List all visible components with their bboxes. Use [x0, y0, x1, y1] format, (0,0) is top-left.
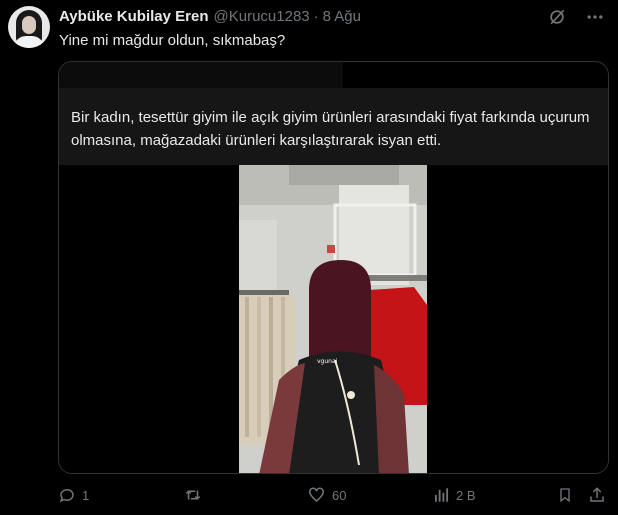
reply-icon — [59, 488, 74, 503]
tweet-header: Aybüke Kubilay Eren @Kurucu1283 · 8 Ağu — [59, 8, 361, 25]
avatar-body — [14, 36, 44, 48]
reply-count: 1 — [82, 487, 90, 503]
like-button[interactable]: 60 — [307, 486, 346, 504]
more-icon[interactable] — [584, 6, 606, 28]
share-button[interactable] — [588, 486, 612, 504]
author-name[interactable]: Aybüke Kubilay Eren — [59, 8, 209, 25]
retweet-icon — [185, 490, 201, 500]
bookmark-icon — [560, 488, 570, 503]
avatar-face — [22, 16, 36, 34]
quoted-tweet-card[interactable]: Bir kadın, tesettür giyim ile açık giyim… — [58, 61, 609, 474]
video-frame: vgunai — [239, 165, 427, 473]
video-watermark: vgunai — [317, 358, 338, 365]
heart-icon — [309, 487, 324, 502]
views-icon — [435, 488, 449, 502]
bookmark-button[interactable] — [557, 486, 579, 504]
share-icon — [590, 487, 604, 502]
header-separator: · — [313, 8, 319, 25]
author-avatar[interactable] — [8, 6, 50, 48]
quote-header-redacted — [59, 62, 343, 88]
like-count: 60 — [332, 487, 347, 503]
grok-icon[interactable] — [546, 6, 568, 28]
quote-text-area: Bir kadın, tesettür giyim ile açık giyim… — [59, 88, 608, 165]
quote-text: Bir kadın, tesettür giyim ile açık giyim… — [71, 109, 590, 149]
reply-button[interactable]: 1 — [58, 486, 89, 504]
quote-video[interactable]: vgunai — [59, 165, 608, 473]
views-count: 2 B — [456, 487, 476, 503]
tweet-text: Yine mi mağdur oldun, sıkmabaş? — [59, 32, 286, 49]
author-handle[interactable]: @Kurucu1283 — [214, 8, 310, 25]
views-button[interactable]: 2 B — [432, 486, 476, 504]
tweet-top-icons — [546, 6, 606, 28]
retweet-button[interactable] — [183, 486, 209, 504]
tweet-timestamp[interactable]: 8 Ağu — [323, 8, 361, 25]
video-still-image: vgunai — [239, 165, 427, 473]
tweet-actions-bar: 1 60 2 B — [58, 486, 608, 510]
